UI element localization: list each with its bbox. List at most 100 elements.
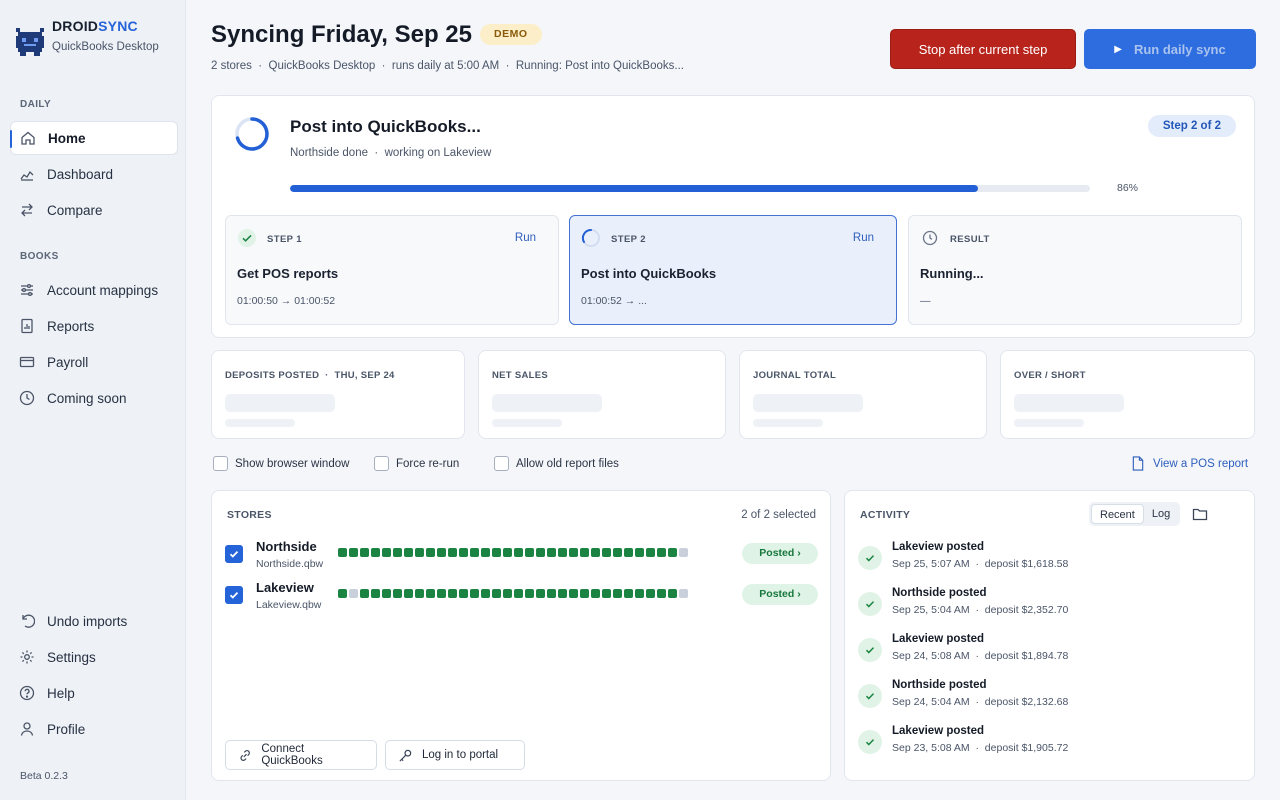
progress-subtitle: Northside done · working on Lakeview: [290, 147, 492, 159]
nav-section-daily: DAILY: [20, 99, 52, 110]
history-dot-success: [580, 589, 589, 598]
nav-payroll[interactable]: Payroll: [10, 345, 178, 379]
history-dot-success: [536, 589, 545, 598]
show-browser-option[interactable]: Show browser window: [213, 456, 349, 471]
show-browser-label: Show browser window: [235, 457, 350, 470]
check-icon: [858, 684, 882, 708]
history-dot-success: [591, 589, 600, 598]
log-in-to-portal-label: Log in to portal: [422, 749, 499, 761]
step-1-label: STEP 1: [267, 234, 302, 245]
key-icon: [399, 749, 412, 762]
store-checkbox[interactable]: [225, 586, 243, 604]
show-browser-checkbox[interactable]: [213, 456, 228, 471]
history-dot-success: [338, 589, 347, 598]
nav-reports[interactable]: Reports: [10, 309, 178, 343]
check-icon: [858, 592, 882, 616]
tab-recent[interactable]: Recent: [1091, 504, 1144, 524]
nav-profile-label: Profile: [47, 721, 86, 737]
force-rerun-checkbox[interactable]: [374, 456, 389, 471]
nav-settings[interactable]: Settings: [10, 640, 178, 674]
nav-coming-soon-label: Coming soon: [47, 390, 127, 406]
activity-title: Lakeview posted: [892, 633, 985, 645]
step-2-time: 01:00:52 → ...: [581, 295, 647, 307]
stat-label: DEPOSITS POSTED · THU, SEP 24: [225, 370, 395, 381]
view-pos-report-label: View a POS report: [1153, 457, 1249, 470]
history-dot-success: [492, 548, 501, 557]
nav-dashboard[interactable]: Dashboard: [10, 157, 178, 191]
step-1-time: 01:00:50 → 01:00:52: [237, 295, 336, 307]
tab-log[interactable]: Log: [1144, 504, 1178, 524]
page-title: Syncing Friday, Sep 25: [211, 21, 472, 48]
history-dot-success: [602, 548, 611, 557]
step-1-run-link[interactable]: Run: [515, 232, 536, 244]
history-dot-success: [481, 589, 490, 598]
nav-profile[interactable]: Profile: [10, 712, 178, 746]
stop-after-step-button[interactable]: Stop after current step: [890, 29, 1076, 69]
result-card: RESULT Running... —: [908, 215, 1242, 325]
force-rerun-option[interactable]: Force re-run: [374, 456, 459, 471]
step-card-1[interactable]: STEP 1 Run Get POS reports 01:00:50 → 01…: [225, 215, 559, 325]
allow-old-files-checkbox[interactable]: [494, 456, 509, 471]
history-dot-success: [635, 589, 644, 598]
activity-meta: Sep 25, 5:04 AM · deposit $2,352.70: [892, 604, 1069, 616]
compare-icon: [18, 201, 36, 219]
activity-meta: Sep 23, 5:08 AM · deposit $1,905.72: [892, 742, 1069, 754]
step-2-run-link[interactable]: Run: [853, 232, 874, 244]
connect-quickbooks-button[interactable]: Connect QuickBooks: [225, 740, 377, 770]
allow-old-files-option[interactable]: Allow old report files: [494, 456, 619, 471]
history-dot-success: [525, 589, 534, 598]
nav-coming-soon[interactable]: Coming soon: [10, 381, 178, 415]
help-icon: [18, 684, 36, 702]
history-dot-success: [459, 548, 468, 557]
nav-home[interactable]: Home: [10, 121, 178, 155]
nav-account-mappings[interactable]: Account mappings: [10, 273, 178, 307]
store-status-pill[interactable]: Posted ›: [742, 584, 818, 605]
history-dot-success: [613, 548, 622, 557]
history-dot-success: [657, 548, 666, 557]
history-dot-success: [437, 589, 446, 598]
run-daily-sync-button[interactable]: ▶ Run daily sync: [1084, 29, 1256, 69]
history-dot-success: [426, 589, 435, 598]
history-dot-success: [404, 589, 413, 598]
store-checkbox[interactable]: [225, 545, 243, 563]
folder-icon[interactable]: [1192, 506, 1208, 522]
store-name: Northside: [256, 539, 317, 554]
step-badge: Step 2 of 2: [1147, 115, 1236, 137]
nav-undo-imports-label: Undo imports: [47, 613, 128, 629]
history-dot-success: [371, 589, 380, 598]
history-dot-success: [470, 548, 479, 557]
store-status-pill[interactable]: Posted ›: [742, 543, 818, 564]
history-dot-success: [448, 589, 457, 598]
history-dot-success: [602, 589, 611, 598]
connect-quickbooks-label: Connect QuickBooks: [261, 743, 323, 767]
history-dot-success: [624, 589, 633, 598]
nav-help[interactable]: Help: [10, 676, 178, 710]
view-pos-report-link[interactable]: View a POS report: [1131, 456, 1248, 471]
allow-old-files-label: Allow old report files: [516, 457, 619, 470]
activity-item: Northside posted Sep 24, 5:04 AM · depos…: [858, 679, 1238, 719]
spinner-small-icon: [581, 228, 600, 247]
spinner-icon: [235, 117, 269, 151]
history-dot-empty: [349, 589, 358, 598]
activity-heading: ACTIVITY: [860, 509, 911, 521]
clock-icon: [922, 230, 938, 246]
brand-subtitle: QuickBooks Desktop: [52, 41, 159, 53]
history-dot-empty: [679, 548, 688, 557]
history-dot-success: [536, 548, 545, 557]
activity-item: Lakeview posted Sep 25, 5:07 AM · deposi…: [858, 541, 1238, 581]
history-dot-success: [448, 548, 457, 557]
nav-compare[interactable]: Compare: [10, 193, 178, 227]
activity-meta: Sep 24, 5:04 AM · deposit $2,132.68: [892, 696, 1069, 708]
history-dot-success: [624, 548, 633, 557]
sidebar: DROIDSYNC QuickBooks Desktop DAILY Home …: [0, 0, 186, 800]
step-1-title: Get POS reports: [237, 266, 339, 281]
history-dot-success: [525, 548, 534, 557]
loading-skeleton: [492, 419, 562, 427]
step-card-2[interactable]: STEP 2 Run Post into QuickBooks 01:00:52…: [569, 215, 897, 325]
log-in-to-portal-button[interactable]: Log in to portal: [385, 740, 525, 770]
brand[interactable]: DROIDSYNC QuickBooks Desktop: [14, 18, 159, 58]
history-dot-success: [338, 548, 347, 557]
nav-undo-imports[interactable]: Undo imports: [10, 604, 178, 638]
undo-icon: [18, 612, 36, 630]
activity-title: Lakeview posted: [892, 725, 985, 737]
